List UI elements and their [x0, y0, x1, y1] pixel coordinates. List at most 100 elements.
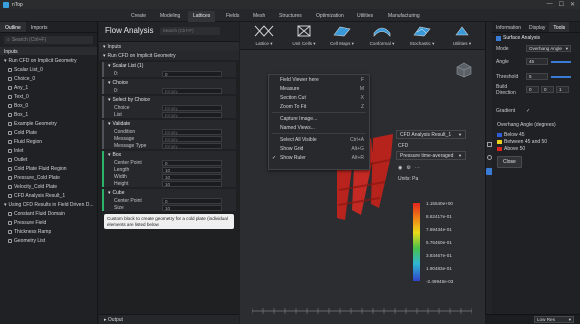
input-value[interactable]: Empty: [162, 142, 222, 149]
context-menu-item[interactable]: Capture Image...: [269, 114, 369, 123]
notebook-header[interactable]: ▾ Run CFD on Implicit Geometry: [99, 51, 239, 60]
input-value[interactable]: 10: [162, 173, 222, 180]
input-value[interactable]: 10: [162, 166, 222, 173]
eye-icon[interactable]: ◉: [398, 165, 402, 171]
close-window-button[interactable]: ✕: [570, 1, 575, 8]
input-value[interactable]: Empty: [162, 104, 222, 111]
stochastic-button[interactable]: Stochastic ▾: [406, 24, 438, 48]
input-value[interactable]: Empty: [162, 111, 222, 118]
flow-block[interactable]: ▾ Scalar List (1) 0: 0: [102, 62, 236, 77]
tab-display[interactable]: Display: [525, 22, 549, 32]
tab-outline[interactable]: Outline: [0, 22, 26, 32]
flow-block[interactable]: ▾ Cube Center Point 0 Size 10: [102, 189, 236, 211]
input-value[interactable]: 10: [162, 204, 222, 211]
tab-tools[interactable]: Tools: [549, 22, 570, 32]
outline-item[interactable]: Outlet: [0, 154, 97, 163]
threshold-slider[interactable]: [551, 75, 571, 78]
quantity-selector[interactable]: Pressure time-averaged ▼: [396, 151, 466, 160]
input-value[interactable]: Empty: [162, 128, 222, 135]
conformal-button[interactable]: Conformal ▾: [366, 24, 398, 48]
outline-item[interactable]: Geometry List: [0, 235, 97, 244]
minimize-button[interactable]: —: [547, 1, 553, 8]
output-section[interactable]: ▸ Output: [99, 314, 239, 324]
outline-search-input[interactable]: ⌕ Search (Ctrl+F): [4, 36, 93, 44]
menu-modeling[interactable]: Modeling: [155, 11, 185, 22]
outline-item-label: Any_1: [14, 84, 29, 91]
output-label: Output: [107, 317, 123, 323]
menu-create[interactable]: Create: [126, 11, 151, 22]
flow-block[interactable]: ▾ Validate Condition Empty Message Empty Messa…: [102, 120, 236, 149]
outline-item[interactable]: Inlet: [0, 145, 97, 154]
close-button[interactable]: Close: [497, 156, 522, 168]
menu-lattices[interactable]: Lattices: [188, 11, 216, 22]
mode-select[interactable]: Overhang Angle ▾: [526, 45, 571, 52]
menu-optimization[interactable]: Optimization: [311, 11, 349, 22]
flow-inputs-header[interactable]: ▾ Inputs: [99, 42, 239, 51]
input-value[interactable]: 0: [162, 70, 222, 77]
menu-mesh[interactable]: Mesh: [248, 11, 270, 22]
outline-item[interactable]: CFD Analysis Result_1: [0, 190, 97, 199]
context-menu-item[interactable]: Field Viewer here F: [269, 75, 369, 84]
outline-item-label: Outlet: [14, 156, 28, 163]
lattice-button[interactable]: Lattice ▾: [248, 24, 280, 48]
group-using-cfd[interactable]: ▾ Using CFD Results in Field Driven D...: [0, 199, 97, 208]
input-value[interactable]: 10: [162, 180, 222, 187]
outline-item[interactable]: Box_1: [0, 109, 97, 118]
outline-item[interactable]: Cold Plate Fluid Region: [0, 163, 97, 172]
inputs-header[interactable]: Inputs: [0, 47, 97, 55]
angle-slider[interactable]: [551, 60, 571, 63]
input-value[interactable]: 0: [162, 197, 222, 204]
quality-select[interactable]: Low Res ▾: [534, 316, 574, 323]
input-value[interactable]: Empty: [162, 87, 222, 94]
menu-structures[interactable]: Structures: [274, 11, 307, 22]
outline-item[interactable]: Example Geometry: [0, 118, 97, 127]
build-dir-x[interactable]: 0: [526, 86, 539, 93]
outline-item[interactable]: Fluid Region: [0, 136, 97, 145]
view-cube-icon[interactable]: [456, 62, 472, 78]
outline-item[interactable]: Scalar List_0: [0, 64, 97, 73]
input-label: Center Point: [114, 197, 142, 204]
flow-block[interactable]: ▾ Select by Choice Choice Empty List Empty: [102, 96, 236, 118]
outline-item[interactable]: Thickness Ramp: [0, 226, 97, 235]
maximize-button[interactable]: ☐: [559, 1, 564, 8]
outline-item[interactable]: Pressure Field: [0, 217, 97, 226]
context-menu-item[interactable]: Named Views...: [269, 123, 369, 132]
outline-item[interactable]: Cold Plate: [0, 127, 97, 136]
menu-fields[interactable]: Fields: [221, 11, 244, 22]
cell-maps-button[interactable]: Cell Maps ▾: [326, 24, 358, 48]
context-menu-item[interactable]: Zoom To Fit Z: [269, 102, 369, 111]
build-dir-y[interactable]: 0: [541, 86, 554, 93]
flow-block[interactable]: ▾ Box Center Point 0 Length 10 Width 10 Height 10: [102, 151, 236, 187]
menu-manufacturing[interactable]: Manufacturing: [383, 11, 425, 22]
tab-imports[interactable]: Imports: [26, 22, 53, 32]
outline-item[interactable]: Box_0: [0, 100, 97, 109]
outline-item[interactable]: Pressure_Cold Plate: [0, 172, 97, 181]
context-menu-item[interactable]: Measure M: [269, 84, 369, 93]
input-value[interactable]: Empty: [162, 135, 222, 142]
outline-item[interactable]: Constant Fluid Domain: [0, 208, 97, 217]
menu-utilities[interactable]: Utilities: [352, 11, 378, 22]
group-run-cfd[interactable]: ▾ Run CFD on Implicit Geometry: [0, 55, 97, 64]
ellipsis-icon[interactable]: ⋯: [415, 165, 420, 171]
outline-item[interactable]: Choice_0: [0, 73, 97, 82]
flow-search-input[interactable]: Search (Ctrl+F): [159, 26, 220, 35]
gradient-checkbox[interactable]: ✓: [526, 108, 530, 114]
threshold-input[interactable]: 5: [526, 73, 548, 80]
item-icon: [8, 76, 12, 81]
context-menu-item[interactable]: Section Cut X: [269, 93, 369, 102]
flow-block[interactable]: ▾ Choice 0: Empty: [102, 79, 236, 94]
context-menu-item[interactable]: ✓ Show Ruler Alt+R: [269, 153, 369, 162]
angle-input[interactable]: 45: [526, 58, 548, 65]
utilities-ribbon-button[interactable]: Utilities ▾: [446, 24, 478, 48]
outline-item[interactable]: Any_1: [0, 82, 97, 91]
gear-icon[interactable]: ⚙: [406, 165, 410, 171]
outline-item[interactable]: Text_0: [0, 91, 97, 100]
unit-cells-button[interactable]: Unit Cells ▾: [288, 24, 320, 48]
result-selector[interactable]: CFD Analysis Result_1 ▼: [396, 130, 466, 139]
input-value[interactable]: 0: [162, 159, 222, 166]
tab-information[interactable]: Information: [492, 22, 525, 32]
outline-item[interactable]: Velocity_Cold Plate: [0, 181, 97, 190]
context-menu-item[interactable]: Show Grid Alt+G: [269, 144, 369, 153]
build-dir-z[interactable]: 1: [556, 86, 569, 93]
context-menu-item[interactable]: Select All Visible Ctrl+A: [269, 135, 369, 144]
